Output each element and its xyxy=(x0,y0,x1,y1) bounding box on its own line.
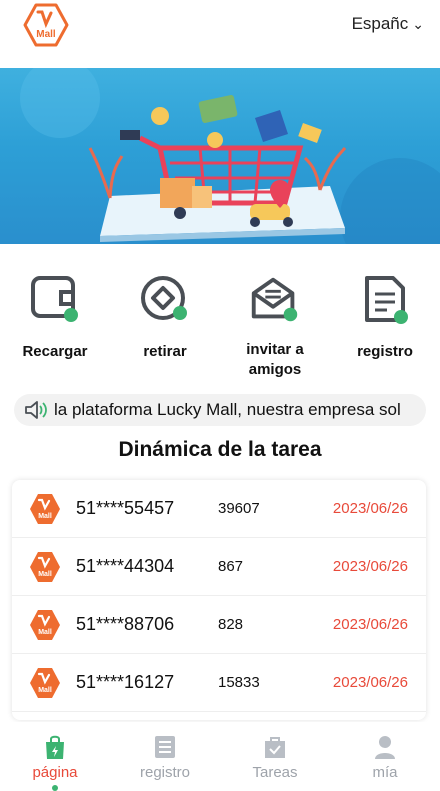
task-date: 2023/06/26 xyxy=(332,616,408,633)
mall-logo-icon: Mall xyxy=(30,668,60,698)
task-amount: 15833 xyxy=(218,674,260,691)
document-icon xyxy=(365,276,408,324)
tab-profile-label: mía xyxy=(372,764,398,781)
logo-text: Mall xyxy=(38,571,52,578)
logo-text: Mall xyxy=(38,687,52,694)
task-icon xyxy=(265,737,285,758)
task-row: Mall 51****44304 867 2023/06/26 xyxy=(12,538,426,596)
task-amount: 867 xyxy=(218,558,244,575)
records-button[interactable]: registro xyxy=(330,270,440,380)
user-icon xyxy=(375,736,395,759)
tab-profile[interactable]: mía xyxy=(330,722,440,791)
mall-logo-icon: Mall xyxy=(30,552,60,582)
shopping-cart-illustration xyxy=(20,68,440,244)
logo-text: Mall xyxy=(38,629,52,636)
logo-text: Mall xyxy=(36,29,56,40)
wallet-icon xyxy=(31,276,78,322)
invite-friends-label: invitar a amigos xyxy=(246,341,304,378)
mall-logo-icon: Mall xyxy=(30,494,60,524)
task-row: Mall 51****88706 828 2023/06/26 xyxy=(12,596,426,654)
promo-banner[interactable] xyxy=(0,68,440,244)
speaker-icon xyxy=(25,401,47,419)
task-account: 51****55457 xyxy=(76,498,175,518)
mall-logo-icon: Mall xyxy=(30,610,60,640)
withdraw-button[interactable]: retirar xyxy=(110,270,220,380)
withdraw-icon xyxy=(141,276,187,320)
mall-logo[interactable]: Mall xyxy=(22,2,70,48)
language-selector[interactable]: Españc ⌄ xyxy=(352,14,424,34)
tab-tasks[interactable]: Tareas xyxy=(220,722,330,791)
bottom-tab-bar: página registro Tareas mía xyxy=(0,722,440,791)
tab-tasks-label: Tareas xyxy=(252,764,298,781)
task-amount: 828 xyxy=(218,616,244,633)
chevron-down-icon: ⌄ xyxy=(412,15,424,32)
logo-text: Mall xyxy=(38,513,52,520)
top-header: Mall Españc ⌄ xyxy=(0,0,440,56)
task-amount: 39607 xyxy=(218,500,260,517)
list-icon xyxy=(155,736,175,758)
recharge-button[interactable]: Recargar xyxy=(0,270,110,380)
notice-marquee[interactable]: la plataforma Lucky Mall, nuestra empres… xyxy=(14,394,426,426)
invite-friends-button[interactable]: invitar a amigos xyxy=(220,270,330,380)
language-label: Españc xyxy=(351,14,409,33)
active-tab-indicator xyxy=(52,785,58,791)
withdraw-label: retirar xyxy=(143,343,187,360)
task-date: 2023/06/26 xyxy=(332,500,408,517)
tab-home[interactable]: página xyxy=(0,722,110,791)
task-account: 51****16127 xyxy=(76,672,175,692)
task-date: 2023/06/26 xyxy=(332,558,408,575)
records-label: registro xyxy=(357,343,413,360)
tab-home-label: página xyxy=(32,764,78,781)
tab-records[interactable]: registro xyxy=(110,722,220,791)
task-account: 51****88706 xyxy=(76,614,175,634)
task-account: 51****44304 xyxy=(76,556,175,576)
quick-actions: Recargar retirar invitar a amigos regist… xyxy=(0,270,440,380)
envelope-icon xyxy=(251,277,298,322)
notice-text: la plataforma Lucky Mall, nuestra empres… xyxy=(54,400,401,419)
task-row: Mall 51****16127 15833 2023/06/26 xyxy=(12,654,426,712)
task-dynamics-title: Dinámica de la tarea xyxy=(118,438,322,461)
tab-records-label: registro xyxy=(139,764,191,781)
task-list: Mall 51****55457 39607 2023/06/26 Mall 5… xyxy=(12,480,426,720)
shopping-bag-icon xyxy=(46,735,64,759)
task-row: Mall 51****55457 39607 2023/06/26 xyxy=(12,480,426,538)
recharge-label: Recargar xyxy=(22,343,88,360)
task-date: 2023/06/26 xyxy=(332,674,408,691)
